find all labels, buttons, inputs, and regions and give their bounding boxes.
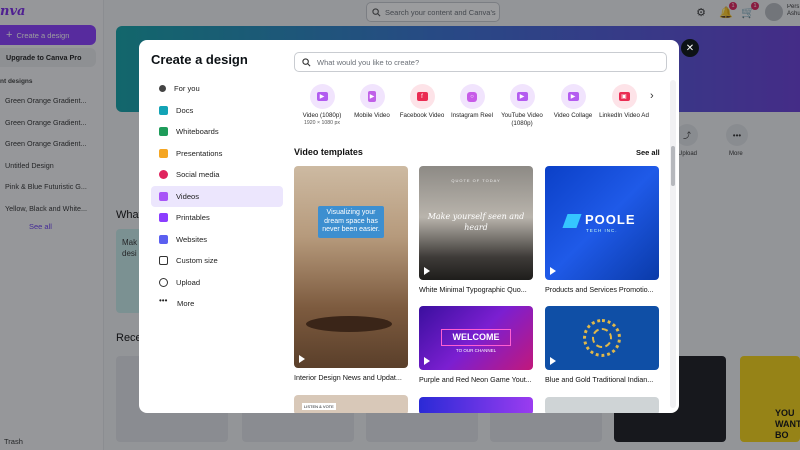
nav-item-printables[interactable]: Printables (151, 207, 283, 229)
nav-item-upload[interactable]: Upload (151, 272, 283, 294)
tile-mobile-video[interactable]: ▶ Mobile Video (344, 84, 400, 120)
see-all-templates-link[interactable]: See all (636, 148, 660, 157)
play-icon (424, 267, 430, 275)
video-1080p-icon: ▶ (309, 84, 335, 109)
linkedin-video-icon: ▣ (611, 84, 637, 109)
video-collage-icon: ▶ (560, 84, 586, 109)
template-thumbnail[interactable]: QUOTE OF TODAY Make yourself seen and he… (419, 166, 533, 280)
tile-label: Mobile Video (354, 112, 390, 119)
tile-label: YouTube Video (1080p) (501, 112, 543, 127)
nav-label: Social media (176, 170, 220, 180)
instagram-reel-icon: ○ (459, 84, 485, 109)
modal-scrollbar-track[interactable] (670, 80, 676, 408)
template-thumbnail[interactable] (545, 306, 659, 370)
tile-label: Instagram Reel (451, 112, 493, 119)
nav-label: More (177, 299, 195, 309)
upload-icon (159, 277, 168, 287)
tile-video-collage[interactable]: ▶ Video Collage (545, 84, 601, 120)
nav-item-docs[interactable]: Docs (151, 100, 283, 122)
printer-icon (159, 213, 168, 223)
nav-label: Docs (176, 105, 194, 115)
nav-label: Custom size (176, 256, 218, 266)
whiteboard-icon (159, 127, 168, 137)
search-icon (302, 57, 311, 66)
video-icon (159, 191, 168, 201)
youtube-video-icon: ▶ (509, 84, 535, 109)
tile-label: Video (1080p) (302, 112, 342, 119)
mobile-video-icon: ▶ (359, 84, 385, 109)
template-thumbnail[interactable] (419, 397, 533, 413)
social-media-icon (159, 170, 168, 180)
tile-label: LinkedIn Video Ad (599, 112, 649, 119)
custom-size-icon (159, 256, 168, 266)
play-icon (299, 355, 305, 363)
nav-item-social-media[interactable]: Social media (151, 164, 283, 186)
sparkle-icon (159, 85, 166, 93)
template-caption[interactable]: Interior Design News and Updat... (294, 373, 408, 382)
modal-title: Create a design (151, 52, 248, 67)
template-sub-text: TECH INC. (586, 228, 618, 233)
modal-scrollbar-thumb[interactable] (671, 146, 675, 186)
nav-label: Videos (176, 191, 200, 201)
template-thumbnail[interactable]: WELCOME TO OUR CHANNEL (419, 306, 533, 370)
nav-item-for-you[interactable]: For you (151, 78, 283, 100)
close-icon: ✕ (685, 42, 695, 54)
tile-video-1080p[interactable]: ▶ Video (1080p) 1920 × 1080 px (294, 84, 350, 127)
nav-label: Printables (176, 213, 210, 223)
nav-item-whiteboards[interactable]: Whiteboards (151, 121, 283, 143)
modal-search-input[interactable] (317, 57, 647, 67)
category-nav: For you Docs Whiteboards Presentations S… (151, 78, 283, 315)
template-caption[interactable]: Products and Services Promotio... (545, 285, 659, 294)
template-overlay-text: POOLE (585, 212, 636, 227)
presentation-icon (159, 148, 168, 158)
nav-item-custom-size[interactable]: Custom size (151, 250, 283, 272)
nav-item-more[interactable]: ••• More (151, 293, 283, 315)
tile-instagram-reel[interactable]: ○ Instagram Reel (444, 84, 500, 120)
tile-label: Facebook Video (399, 112, 445, 119)
template-overlay-text: Make yourself seen and heard (427, 212, 525, 232)
nav-item-websites[interactable]: Websites (151, 229, 283, 251)
template-kicker: QUOTE OF TODAY (451, 178, 501, 183)
template-thumbnail[interactable]: LISTEN & VOTE (294, 395, 408, 413)
template-caption[interactable]: Blue and Gold Traditional Indian... (545, 375, 659, 384)
more-icon: ••• (159, 296, 168, 306)
template-overlay-text: Visualizing your dream space has never b… (318, 206, 384, 238)
facebook-video-icon: f (409, 84, 435, 109)
tile-facebook-video[interactable]: f Facebook Video (394, 84, 450, 120)
template-caption[interactable]: White Minimal Typographic Quo... (419, 285, 533, 294)
video-type-tiles: ▶ Video (1080p) 1920 × 1080 px ▶ Mobile … (294, 84, 664, 134)
nav-item-videos[interactable]: Videos (151, 185, 283, 207)
section-title: Video templates (294, 147, 363, 157)
play-icon (550, 267, 556, 275)
template-tag: LISTEN & VOTE (302, 403, 336, 410)
table-shape (306, 316, 392, 332)
nav-label: Presentations (176, 148, 223, 158)
template-caption[interactable]: Purple and Red Neon Game Yout... (419, 375, 533, 384)
mandala-ornament-inner (592, 328, 612, 348)
modal-search-bar[interactable] (294, 52, 667, 72)
template-overlay-text: WELCOME (441, 329, 511, 346)
nav-label: Websites (176, 234, 208, 244)
template-sub-text: TO OUR CHANNEL (455, 348, 497, 353)
website-icon (159, 234, 168, 244)
play-icon (550, 357, 556, 365)
docs-icon (159, 105, 168, 115)
nav-item-presentations[interactable]: Presentations (151, 143, 283, 165)
nav-label: Whiteboards (176, 127, 219, 137)
tile-sublabel: 1920 × 1080 px (304, 120, 340, 126)
tile-label: Video Collage (553, 112, 593, 119)
nav-label: For you (174, 84, 200, 94)
tile-linkedin-video-ad[interactable]: ▣ LinkedIn Video Ad (596, 84, 652, 120)
tile-youtube-video[interactable]: ▶ YouTube Video (1080p) (494, 84, 550, 128)
chevron-right-icon[interactable]: › (650, 90, 654, 102)
template-thumbnail[interactable]: POOLE TECH INC. (545, 166, 659, 280)
play-icon (424, 357, 430, 365)
create-design-modal: Create a design For you Docs Whiteboards… (139, 40, 679, 413)
nav-label: Upload (176, 277, 201, 287)
template-thumbnail[interactable]: Visualizing your dream space has never b… (294, 166, 408, 368)
template-thumbnail[interactable] (545, 397, 659, 413)
close-modal-button[interactable]: ✕ (681, 39, 699, 57)
brand-logo-icon (562, 214, 582, 228)
